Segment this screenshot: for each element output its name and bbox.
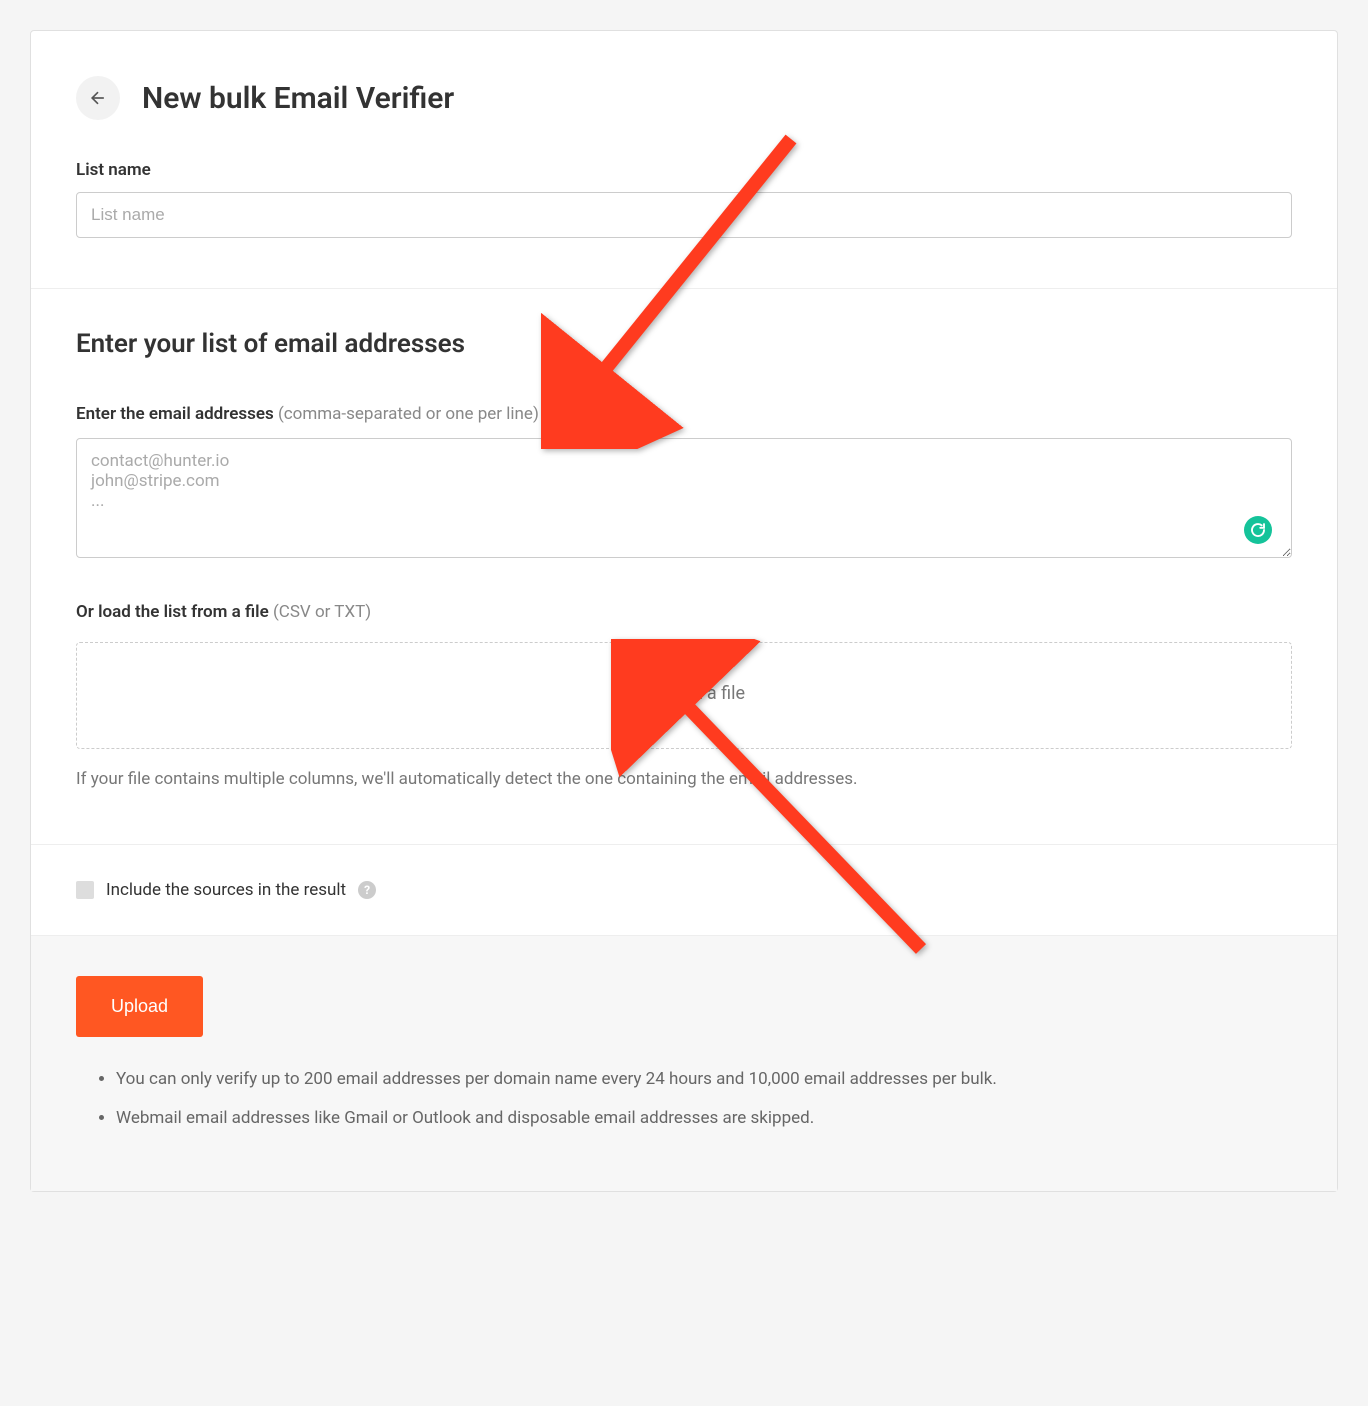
email-input-label: Enter the email addresses [76,404,274,424]
file-label: Or load the list from a file [76,602,269,622]
file-drop-zone[interactable]: Select a file [76,642,1292,749]
file-help-text: If your file contains multiple columns, … [76,769,1292,789]
options-section: Include the sources in the result ? [31,845,1337,936]
note-item: Webmail email addresses like Gmail or Ou… [116,1106,1292,1132]
upload-button[interactable]: Upload [76,976,203,1037]
note-item: You can only verify up to 200 email addr… [116,1067,1292,1093]
textarea-wrap [76,438,1292,562]
listname-label: List name [76,160,1292,180]
email-input-label-row: Enter the email addresses (comma-separat… [76,404,1292,424]
file-drop-inner: Select a file [623,683,745,704]
header-section: New bulk Email Verifier List name [31,31,1337,289]
file-hint: (CSV or TXT) [273,602,371,622]
email-textarea[interactable] [76,438,1292,558]
page-title: New bulk Email Verifier [142,81,454,116]
include-sources-label: Include the sources in the result [106,880,346,900]
footer-section: Upload You can only verify up to 200 ema… [31,936,1337,1191]
title-row: New bulk Email Verifier [76,76,1292,120]
email-input-hint: (comma-separated or one per line) [278,404,539,424]
email-section: Enter your list of email addresses Enter… [31,289,1337,845]
main-card: New bulk Email Verifier List name Enter … [30,30,1338,1192]
back-button[interactable] [76,76,120,120]
include-sources-row: Include the sources in the result ? [76,880,1292,900]
email-heading: Enter your list of email addresses [76,329,1292,359]
file-select-label: Select a file [653,683,745,704]
grammarly-icon[interactable] [1244,516,1272,544]
arrow-left-icon [88,88,108,108]
file-label-row: Or load the list from a file (CSV or TXT… [76,602,1292,622]
folder-open-icon [623,684,643,704]
include-sources-checkbox[interactable] [76,881,94,899]
notes-list: You can only verify up to 200 email addr… [76,1067,1292,1132]
help-icon[interactable]: ? [358,881,376,899]
listname-input[interactable] [76,192,1292,238]
